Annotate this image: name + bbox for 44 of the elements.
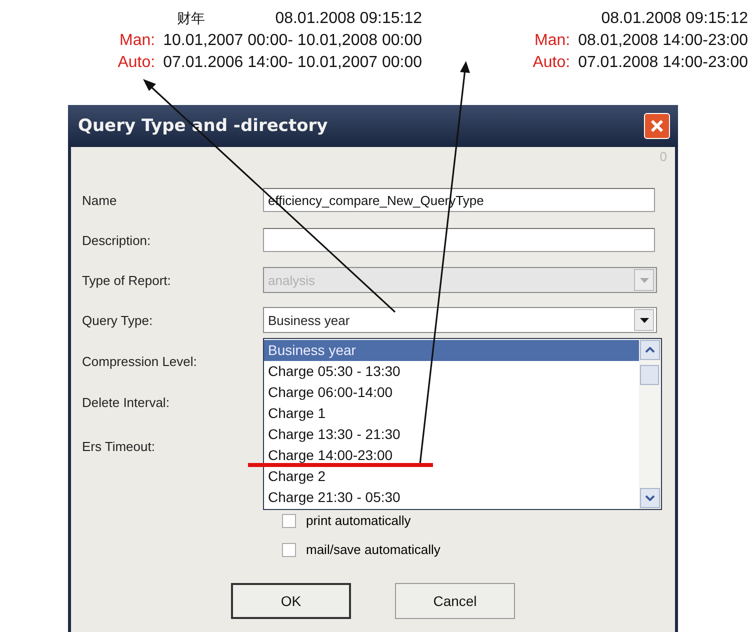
scroll-up-button[interactable]: [640, 340, 660, 360]
checkbox-label: mail/save automatically: [306, 542, 440, 557]
checkbox[interactable]: [282, 514, 296, 528]
dialog-button[interactable]: Cancel: [395, 583, 515, 619]
list-item[interactable]: Charge 06:00-14:00: [264, 382, 639, 403]
list-item[interactable]: Charge 14:00-23:00: [264, 445, 639, 466]
close-icon: [650, 119, 664, 133]
field-label: Ers Timeout:: [82, 438, 156, 456]
checkbox-label: print automatically: [306, 513, 411, 528]
scroll-down-button[interactable]: [640, 488, 660, 508]
list-item[interactable]: Charge 13:30 - 21:30: [264, 424, 639, 445]
timestamp: 08.01.2008 09:15:12: [275, 9, 422, 29]
dropdown[interactable]: Business year: [263, 307, 657, 333]
list-item[interactable]: Charge 21:30 - 05:30: [264, 487, 639, 508]
field-label: Type of Report:: [82, 272, 172, 290]
time-range: 07.01.2008 14:00-23:00: [578, 53, 748, 73]
chevron-down-icon: [645, 495, 655, 501]
dropdown-arrow-icon: [640, 318, 648, 322]
list-item[interactable]: Charge 05:30 - 13:30: [264, 361, 639, 382]
checkbox[interactable]: [282, 542, 296, 556]
dialog-button[interactable]: OK: [231, 583, 351, 619]
field-label: Description:: [82, 232, 152, 250]
time-range: 10.01,2007 00:00- 10.01,2008 00:00: [163, 31, 422, 51]
list-item[interactable]: Charge 1: [264, 403, 639, 424]
chevron-up-icon: [645, 347, 655, 353]
time-range: 07.01.2006 14:00- 10.01,2007 00:00: [163, 53, 422, 73]
list-item[interactable]: Business year: [264, 340, 639, 361]
annotation-label: 财年: [177, 10, 206, 29]
annotation-label: Auto:: [532, 53, 570, 73]
window-title: Query Type and -directory: [78, 116, 328, 136]
list-item[interactable]: Charge 2: [264, 466, 639, 487]
annotation-label: Man:: [534, 31, 570, 51]
field-label: Compression Level:: [82, 352, 198, 371]
scrollbar-thumb[interactable]: [640, 365, 659, 385]
field-label: Query Type:: [82, 312, 154, 330]
dropdown-arrow-icon: [640, 278, 648, 282]
timestamp: 08.01.2008 09:15:12: [601, 9, 748, 29]
close-button[interactable]: [644, 113, 670, 139]
text-field[interactable]: [263, 228, 655, 252]
annotation-label: Auto:: [118, 53, 156, 73]
time-range: 08.01,2008 14:00-23:00: [578, 31, 748, 51]
field-label: Delete Interval:: [82, 394, 170, 412]
annotation-label: Man:: [120, 31, 156, 51]
field-label: Name: [82, 192, 118, 210]
